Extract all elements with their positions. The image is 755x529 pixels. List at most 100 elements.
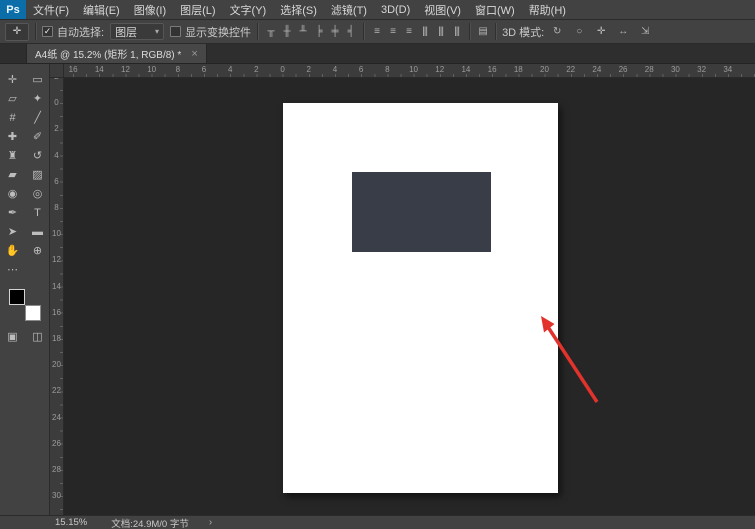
distribute-top-edges-icon[interactable]: ≡: [370, 24, 383, 40]
ruler-label: 18: [52, 326, 61, 352]
align-right-edges-icon[interactable]: ╡: [344, 24, 357, 40]
clone-stamp-tool[interactable]: ♜: [0, 146, 25, 165]
ruler-label: 22: [558, 64, 584, 76]
3d-drag-icon[interactable]: ✛: [594, 24, 607, 40]
ruler-label: 12: [427, 64, 453, 76]
3d-rotate-icon[interactable]: ↻: [550, 24, 563, 40]
ruler-label: 18: [505, 64, 531, 76]
screen-mode-button[interactable]: ◫: [25, 327, 50, 346]
ruler-label: 20: [52, 352, 61, 378]
vertical-ruler-labels: 2024681012141618202224262830: [50, 78, 63, 509]
eyedropper-tool[interactable]: ╱: [25, 108, 50, 127]
pen-tool[interactable]: ✒: [0, 203, 25, 222]
distribute-bottom-edges-icon[interactable]: ≡: [402, 24, 415, 40]
auto-align-layers-icon[interactable]: ▤: [476, 24, 489, 40]
rectangle-shape-layer[interactable]: [352, 172, 491, 252]
lasso-tool[interactable]: ▱: [0, 89, 25, 108]
quick-selection-tool[interactable]: ✦: [25, 89, 50, 108]
menu-item[interactable]: 编辑(E): [76, 0, 127, 19]
ruler-label: 4: [217, 64, 243, 76]
dodge-tool[interactable]: ◎: [25, 184, 50, 203]
ruler-label: 14: [453, 64, 479, 76]
move-tool[interactable]: ✛: [0, 70, 25, 89]
align-horizontal-centers-icon[interactable]: ╪: [328, 24, 341, 40]
close-tab-icon[interactable]: ×: [191, 48, 197, 60]
ruler-label: 24: [52, 404, 61, 430]
type-tool[interactable]: T: [25, 203, 50, 222]
ruler-label: 4: [322, 64, 348, 76]
ruler-label: 28: [52, 457, 61, 483]
ruler-label: 32: [689, 64, 715, 76]
auto-select-checkbox[interactable]: ✓: [42, 26, 53, 37]
3d-slide-icon[interactable]: ↔: [616, 24, 629, 40]
ruler-label: 10: [139, 64, 165, 76]
ruler-label: 16: [52, 300, 61, 326]
ruler-origin-corner[interactable]: [50, 64, 64, 78]
distribute-vertical-centers-icon[interactable]: ≡: [386, 24, 399, 40]
zoom-tool[interactable]: ⊕: [25, 241, 50, 260]
foreground-color-swatch[interactable]: [9, 289, 25, 305]
document-tab[interactable]: A4纸 @ 15.2% (矩形 1, RGB/8) * ×: [26, 44, 207, 63]
status-options-chevron-icon[interactable]: ›: [209, 517, 212, 528]
document-paper[interactable]: [283, 103, 558, 493]
ruler-label: 20: [531, 64, 557, 76]
align-vertical-centers-icon[interactable]: ╫: [280, 24, 293, 40]
ruler-label: 0: [270, 64, 296, 76]
marquee-tool[interactable]: ▭: [25, 70, 50, 89]
ruler-label: 16: [479, 64, 505, 76]
ruler-label: 0: [52, 90, 61, 116]
edit-toolbar[interactable]: ⋯: [0, 260, 25, 279]
document-size-info[interactable]: 文档:24.9M/0 字节: [111, 516, 189, 529]
hand-tool[interactable]: ✋: [0, 241, 25, 260]
menu-item[interactable]: 图像(I): [127, 0, 173, 19]
history-brush-tool[interactable]: ↺: [25, 146, 50, 165]
vertical-ruler[interactable]: 2024681012141618202224262830: [50, 78, 64, 515]
menu-item[interactable]: 滤镜(T): [324, 0, 374, 19]
healing-brush-tool[interactable]: ✚: [0, 127, 25, 146]
menu-item[interactable]: 窗口(W): [468, 0, 522, 19]
align-top-edges-icon[interactable]: ╥: [264, 24, 277, 40]
crop-tool[interactable]: #: [0, 108, 25, 127]
menu-item[interactable]: 帮助(H): [522, 0, 573, 19]
menu-item[interactable]: 图层(L): [173, 0, 222, 19]
3d-scale-icon[interactable]: ⇲: [638, 24, 651, 40]
menu-item[interactable]: 文字(Y): [223, 0, 274, 19]
auto-select-option: ✓ 自动选择:: [42, 24, 104, 40]
path-selection-tool[interactable]: ➤: [0, 222, 25, 241]
gradient-tool[interactable]: ▨: [25, 165, 50, 184]
distribute-right-edges-icon[interactable]: |||: [450, 24, 463, 40]
horizontal-ruler[interactable]: 1614121086420246810121416182022242628303…: [64, 64, 755, 78]
menu-bar: Ps 文件(F)编辑(E)图像(I)图层(L)文字(Y)选择(S)滤镜(T)3D…: [0, 0, 755, 20]
ruler-label: 28: [636, 64, 662, 76]
background-color-swatch[interactable]: [25, 305, 41, 321]
ruler-label: 8: [165, 64, 191, 76]
workspace: ✛▭▱✦#╱✚✐♜↺▰▨◉◎✒T➤▬✋⊕⋯ ▣◫ 161412108642024…: [0, 64, 755, 515]
rectangle-tool[interactable]: ▬: [25, 222, 50, 241]
photoshop-logo: Ps: [0, 0, 26, 19]
separator: [257, 23, 258, 40]
ruler-label: 30: [662, 64, 688, 76]
align-left-edges-icon[interactable]: ╞: [312, 24, 325, 40]
eraser-tool[interactable]: ▰: [0, 165, 25, 184]
brush-tool[interactable]: ✐: [25, 127, 50, 146]
auto-select-label: 自动选择:: [57, 24, 104, 40]
menu-items: 文件(F)编辑(E)图像(I)图层(L)文字(Y)选择(S)滤镜(T)3D(D)…: [26, 0, 573, 19]
ruler-label: 16: [64, 64, 86, 76]
move-tool-preset-button[interactable]: ✛: [5, 23, 29, 41]
menu-item[interactable]: 选择(S): [273, 0, 324, 19]
distribute-left-edges-icon[interactable]: |||: [418, 24, 431, 40]
align-bottom-edges-icon[interactable]: ╨: [296, 24, 309, 40]
3d-roll-icon[interactable]: ○: [572, 24, 585, 40]
zoom-level-field[interactable]: 15.15%: [55, 517, 97, 528]
auto-select-target-dropdown[interactable]: 图层 ▾: [110, 23, 164, 40]
menu-item[interactable]: 文件(F): [26, 0, 76, 19]
distribute-horizontal-centers-icon[interactable]: |||: [434, 24, 447, 40]
menu-item[interactable]: 视图(V): [417, 0, 468, 19]
menu-item[interactable]: 3D(D): [374, 0, 417, 19]
quick-mask-button[interactable]: ▣: [0, 327, 25, 346]
canvas-area[interactable]: [64, 78, 755, 515]
show-transform-checkbox[interactable]: [170, 26, 181, 37]
ruler-label: 2: [296, 64, 322, 76]
ruler-label: 14: [52, 274, 61, 300]
blur-tool[interactable]: ◉: [0, 184, 25, 203]
